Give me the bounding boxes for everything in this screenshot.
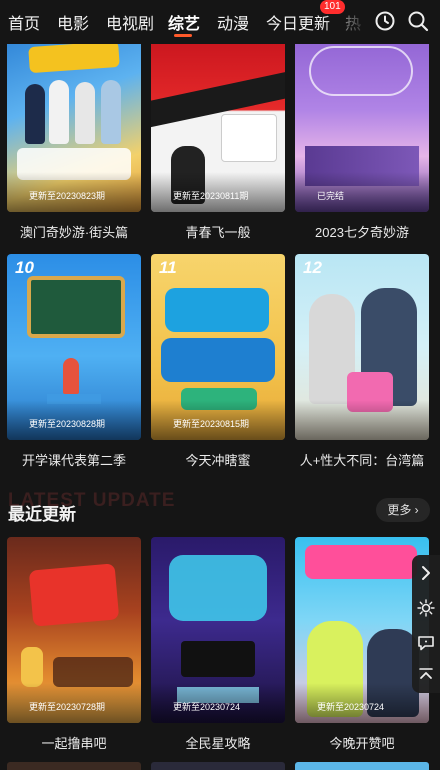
- tab-variety[interactable]: 综艺: [168, 10, 200, 34]
- update-status: 更新至20230815期: [173, 419, 250, 429]
- poster-image[interactable]: 12: [295, 254, 429, 440]
- update-status: 更新至20230728期: [29, 702, 106, 712]
- poster-image[interactable]: 11 更新至20230815期: [151, 254, 285, 440]
- active-tab-indicator: [174, 34, 192, 37]
- poster-card[interactable]: 10 更新至20230828期 开学课代表第二季: [7, 254, 141, 474]
- show-title: 一起撸串吧: [41, 736, 107, 751]
- tab-movies[interactable]: 电影: [57, 10, 89, 34]
- poster-card[interactable]: 已完结 2023七夕奇妙游: [295, 26, 429, 246]
- show-title: 今晚开赞吧: [329, 736, 395, 751]
- poster-card[interactable]: 更新至20230724 全民星攻略: [151, 537, 285, 757]
- poster-image[interactable]: 更新至20230728期: [7, 537, 141, 723]
- section-title: 最近更新: [8, 505, 76, 524]
- show-title: 澳门奇妙游·街头篇: [19, 225, 129, 240]
- poster-image[interactable]: 更新至20230811期: [151, 26, 285, 212]
- show-title: 青春飞一般: [185, 225, 251, 240]
- poster-image[interactable]: 更新至20230724: [151, 537, 285, 723]
- poster-image[interactable]: 10 更新至20230828期: [7, 254, 141, 440]
- update-status: 已完结: [317, 191, 345, 201]
- update-status: 更新至20230811期: [173, 191, 249, 201]
- tab-anime[interactable]: 动漫: [217, 10, 249, 34]
- update-status: 更新至20230724: [173, 702, 241, 712]
- poster-card[interactable]: 更新至20230811期 青春飞一般: [151, 26, 285, 246]
- floating-toolbar: [412, 555, 440, 693]
- update-status: 更新至20230724: [317, 702, 385, 712]
- search-icon[interactable]: [406, 9, 430, 33]
- show-title: 2023七夕奇妙游: [315, 225, 409, 240]
- update-status: 更新至20230823期: [29, 191, 106, 201]
- poster-card[interactable]: 更新至20230724 今晚开赞吧: [295, 537, 429, 757]
- poster-peek: [7, 762, 141, 770]
- poster-image[interactable]: 更新至20230823期: [7, 26, 141, 212]
- show-title: 人+性大不同：台湾篇: [299, 453, 425, 468]
- poster-card[interactable]: 更新至20230728期 一起撸串吧: [7, 537, 141, 757]
- comment-icon[interactable]: [416, 633, 436, 653]
- top-nav: 首页 电影 电视剧 综艺 动漫 今日更新 热 101: [0, 0, 440, 44]
- poster-card[interactable]: 11 更新至20230815期 今天冲瞎蜜: [151, 254, 285, 474]
- tab-tv-series[interactable]: 电视剧: [106, 10, 154, 34]
- chevron-right-icon[interactable]: [416, 563, 436, 583]
- update-status: 更新至20230828期: [29, 419, 106, 429]
- show-title: 全民星攻略: [185, 736, 251, 751]
- rank-number: 12: [303, 258, 322, 277]
- scroll-top-icon[interactable]: [416, 665, 436, 685]
- rank-number: 11: [159, 258, 177, 277]
- tab-home[interactable]: 首页: [8, 10, 40, 34]
- rank-number: 10: [15, 258, 34, 277]
- poster-image[interactable]: 已完结: [295, 26, 429, 212]
- poster-peek: [295, 762, 429, 770]
- more-button[interactable]: 更多 ›: [376, 498, 430, 522]
- poster-peek: [151, 762, 285, 770]
- update-count-badge: 101: [320, 0, 345, 14]
- poster-card[interactable]: 12 人+性大不同：台湾篇: [295, 254, 429, 474]
- poster-card[interactable]: 更新至20230823期 澳门奇妙游·街头篇: [7, 26, 141, 246]
- poster-image[interactable]: 更新至20230724: [295, 537, 429, 723]
- brightness-icon[interactable]: [416, 598, 436, 618]
- history-icon[interactable]: [373, 9, 397, 33]
- show-title: 开学课代表第二季: [21, 453, 126, 468]
- show-title: 今天冲瞎蜜: [185, 453, 251, 468]
